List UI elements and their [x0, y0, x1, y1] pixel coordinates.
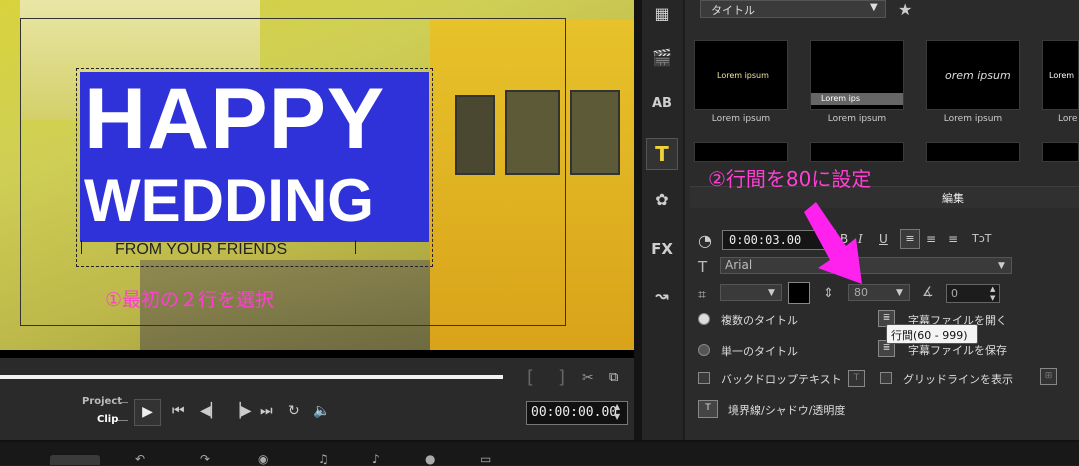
divider	[118, 402, 128, 403]
text-cursor	[81, 240, 82, 254]
title-thumbnail[interactable]	[1042, 142, 1079, 162]
font-icon: T	[698, 258, 708, 276]
backdrop-checkbox[interactable]	[698, 372, 710, 384]
align-center-button[interactable]: ≡	[926, 232, 936, 246]
vertical-text-icon[interactable]: TↄT	[972, 232, 991, 245]
title-thumbnail[interactable]	[694, 142, 788, 162]
end-icon[interactable]: ⏭	[260, 403, 273, 419]
annotation-arrow-icon	[804, 202, 862, 284]
snapshot-icon[interactable]: ⧉	[609, 370, 618, 385]
backdrop-label: バックドロップテキスト	[721, 373, 842, 386]
chevron-down-icon[interactable]: ▼	[998, 261, 1005, 271]
title-thumbnail[interactable]	[926, 142, 1020, 162]
auto-music-icon[interactable]: ♪	[372, 452, 380, 466]
annotation-select-lines: ①最初の２行を選択	[105, 289, 275, 311]
title-thumbnail[interactable]: Lorem	[1042, 40, 1079, 110]
subtitle-editor-icon[interactable]: ▭	[480, 452, 491, 466]
graphic-icon[interactable]: ✿	[648, 186, 676, 214]
chevron-down-icon[interactable]: ▼	[896, 288, 903, 298]
backdrop-settings-icon[interactable]: T	[848, 370, 865, 387]
thumbnail-text: Lorem	[1049, 71, 1075, 80]
annotation-line-spacing: ②行間を80に設定	[708, 167, 872, 191]
scene-tram-window	[570, 90, 620, 175]
align-left-button[interactable]: ≡	[900, 229, 920, 249]
mark-out-icon[interactable]: ]	[558, 367, 565, 388]
single-title-label: 単一のタイトル	[721, 345, 798, 358]
cut-icon[interactable]: ✂	[582, 370, 594, 386]
gridlines-checkbox[interactable]	[880, 372, 892, 384]
title-thumbnail[interactable]: Lorem ips	[810, 40, 904, 110]
timeline-toolbar	[0, 440, 1079, 465]
category-dropdown[interactable]: タイトル	[700, 0, 886, 18]
title-thumbnail[interactable]: orem ipsum	[926, 40, 1020, 110]
align-right-button[interactable]: ≡	[948, 232, 958, 246]
project-mode-label[interactable]: Project	[82, 396, 122, 407]
record-icon[interactable]: ◉	[258, 452, 268, 466]
divider	[118, 420, 128, 421]
title-thumbnail[interactable]	[810, 142, 904, 162]
media-icon[interactable]: ▦	[648, 0, 676, 28]
gridlines-label: グリッドラインを表示	[903, 373, 1013, 386]
panel-divider[interactable]	[634, 0, 642, 440]
clock-icon: ◔	[698, 231, 712, 250]
thumbnail-caption: Lorem ipsum	[711, 114, 771, 124]
thumbnail-caption: Lorem ipsum	[943, 114, 1003, 124]
play-button[interactable]: ▶	[134, 399, 161, 426]
prev-frame-icon[interactable]: ◀▏	[200, 403, 222, 419]
clip-mode-label[interactable]: Clip	[97, 414, 118, 425]
volume-icon[interactable]: 🔈	[313, 403, 330, 419]
line-spacing-tooltip: 行間(60 - 999)	[886, 324, 978, 344]
chevron-down-icon[interactable]: ▼	[768, 288, 775, 298]
line-spacing-icon: ⇕	[823, 286, 834, 301]
filter-icon[interactable]: FX	[648, 235, 676, 263]
tab-edit[interactable]: 編集	[942, 190, 964, 206]
underline-button[interactable]: U	[879, 232, 888, 246]
border-shadow-icon[interactable]: T	[698, 400, 718, 418]
title-line-wedding[interactable]: WEDDING	[84, 168, 374, 234]
instant-project-icon[interactable]: 🎬	[648, 44, 676, 72]
next-frame-icon[interactable]: ▕▶	[230, 403, 252, 419]
font-size-icon: ⌗	[698, 287, 706, 303]
scrub-bar[interactable]	[0, 375, 503, 379]
mark-in-icon[interactable]: [	[527, 367, 534, 388]
angle-icon: ∡	[922, 285, 934, 300]
multi-title-label: 複数のタイトル	[721, 314, 798, 327]
thumbnail-text: orem ipsum	[945, 69, 1011, 82]
transition-icon[interactable]: AB	[648, 90, 676, 118]
single-title-radio[interactable]	[698, 344, 710, 356]
timeline-view-button[interactable]	[50, 455, 100, 465]
thumbnail-caption: Lorem ipsum	[827, 114, 887, 124]
home-icon[interactable]: ⏮	[172, 403, 185, 419]
border-shadow-label[interactable]: 境界線/シャドウ/透明度	[728, 402, 845, 418]
redo-icon[interactable]: ↷	[200, 452, 210, 466]
title-line-friends[interactable]: FROM YOUR FRIENDS	[115, 241, 287, 259]
title-line-happy[interactable]: HAPPY	[84, 74, 385, 164]
title-thumbnail[interactable]: Lorem ipsum	[694, 40, 788, 110]
thumbnail-caption: Lore	[1058, 114, 1078, 124]
audio-mixer-icon[interactable]: ♫	[318, 452, 329, 466]
text-cursor	[355, 240, 356, 254]
save-subtitle-label[interactable]: 字幕ファイルを保存	[908, 342, 1007, 358]
title-icon[interactable]: T	[648, 140, 676, 168]
thumbnail-text: Lorem ips	[821, 94, 861, 103]
preview-window[interactable]: HAPPY WEDDING FROM YOUR FRIENDS ①最初の２行を選…	[0, 0, 634, 358]
undo-icon[interactable]: ↶	[135, 452, 145, 466]
motion-track-icon[interactable]: ●	[425, 452, 435, 466]
angle-stepper[interactable]: ▲ ▼	[990, 285, 995, 303]
timecode-stepper[interactable]: ▲ ▼	[614, 402, 620, 422]
grid-settings-icon[interactable]: ⊞	[1040, 368, 1057, 385]
chevron-down-icon[interactable]: ▼	[870, 2, 878, 13]
thumbnail-text: Lorem ipsum	[717, 71, 769, 80]
add-title-icon[interactable]: ★	[898, 0, 912, 19]
repeat-icon[interactable]: ↻	[288, 403, 300, 419]
multi-title-radio[interactable]	[698, 313, 710, 325]
timecode-field[interactable]: 00:00:00.00	[526, 401, 628, 425]
path-icon[interactable]: ↝	[648, 282, 676, 310]
